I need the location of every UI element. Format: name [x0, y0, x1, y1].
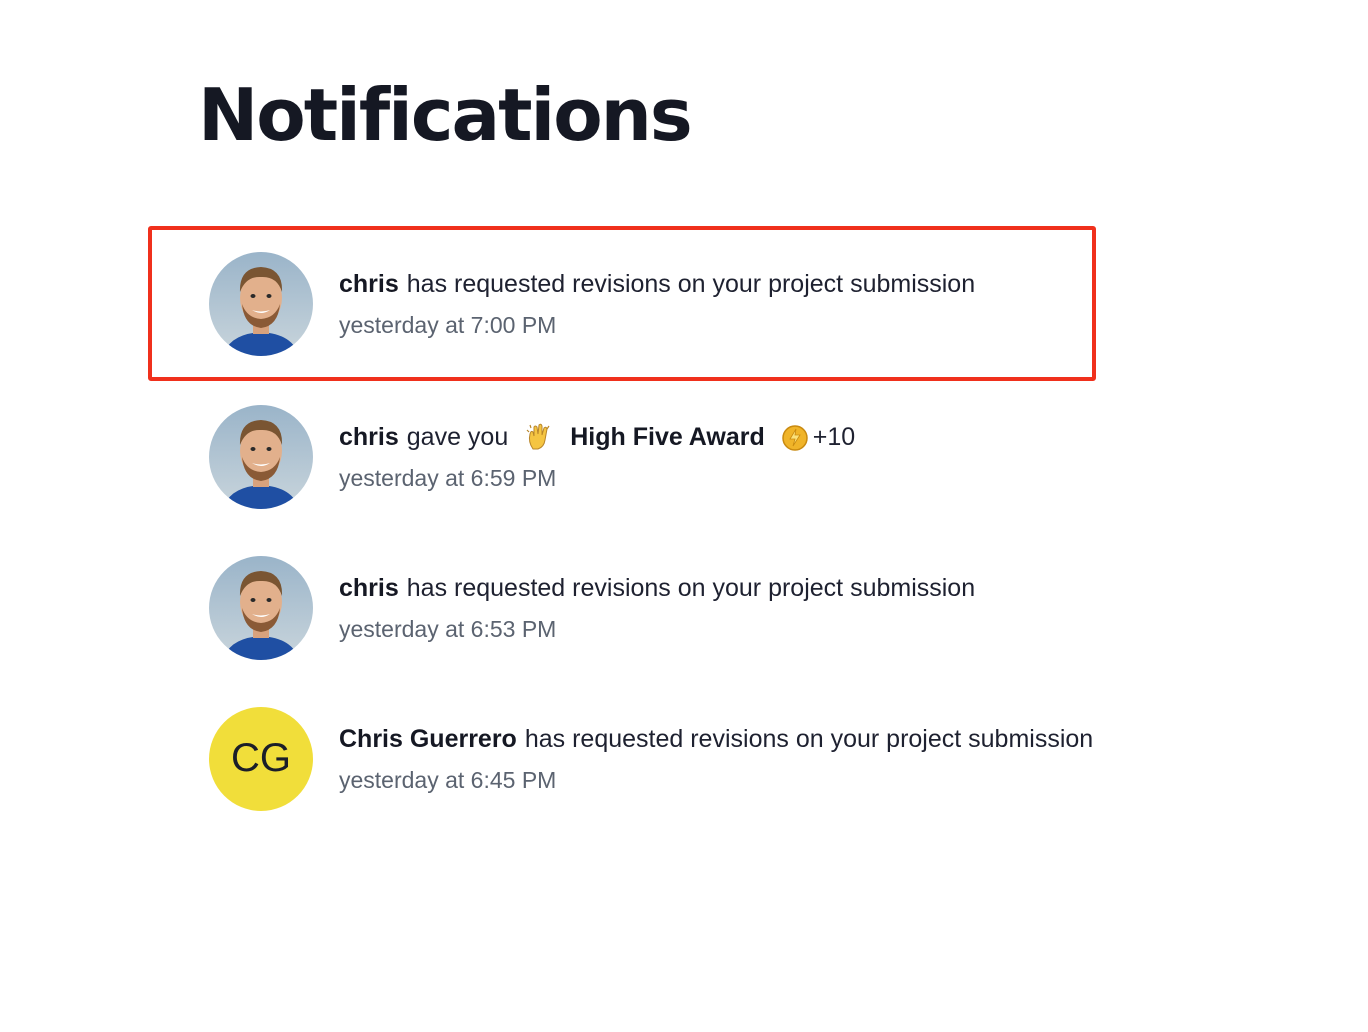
actor-name[interactable]: Chris Guerrero	[339, 723, 517, 755]
notification-time: yesterday at 6:45 PM	[339, 766, 557, 793]
notification-message: gave you	[406, 422, 509, 451]
avatar[interactable]: CG	[209, 706, 313, 811]
actor-name[interactable]: chris	[339, 572, 399, 604]
clapping-hands-icon	[524, 422, 554, 452]
avatar[interactable]	[209, 555, 313, 660]
notification-text: chris gave you High Five Award +10	[339, 421, 855, 453]
notification-text: chris has requested revisions on your pr…	[339, 268, 975, 300]
notification-item[interactable]: chris has requested revisions on your pr…	[148, 226, 1096, 381]
actor-name[interactable]: chris	[339, 268, 399, 300]
award-name: High Five Award	[570, 422, 765, 451]
notification-time: yesterday at 7:00 PM	[339, 311, 557, 338]
notification-list: chris has requested revisions on your pr…	[148, 226, 1248, 834]
notification-time: yesterday at 6:53 PM	[339, 615, 557, 642]
avatar[interactable]	[209, 404, 313, 509]
notification-text: chris has requested revisions on your pr…	[339, 572, 975, 604]
avatar[interactable]	[209, 251, 313, 356]
page-title: Notifications	[198, 73, 693, 157]
notification-item[interactable]: CG Chris Guerrero has requested revision…	[148, 683, 1248, 834]
notification-text: Chris Guerrero has requested revisions o…	[339, 723, 1093, 755]
notification-message: has requested revisions on your project …	[406, 573, 976, 602]
actor-name[interactable]: chris	[339, 421, 399, 453]
notification-message: has requested revisions on your project …	[524, 724, 1094, 753]
notification-item[interactable]: chris has requested revisions on your pr…	[148, 532, 1248, 683]
notification-message: has requested revisions on your project …	[406, 269, 976, 298]
points-value: +10	[812, 422, 856, 451]
coin-icon	[781, 423, 809, 451]
notification-time: yesterday at 6:59 PM	[339, 464, 557, 491]
notification-item[interactable]: chris gave you High Five Award +10 yeste…	[148, 381, 1248, 532]
